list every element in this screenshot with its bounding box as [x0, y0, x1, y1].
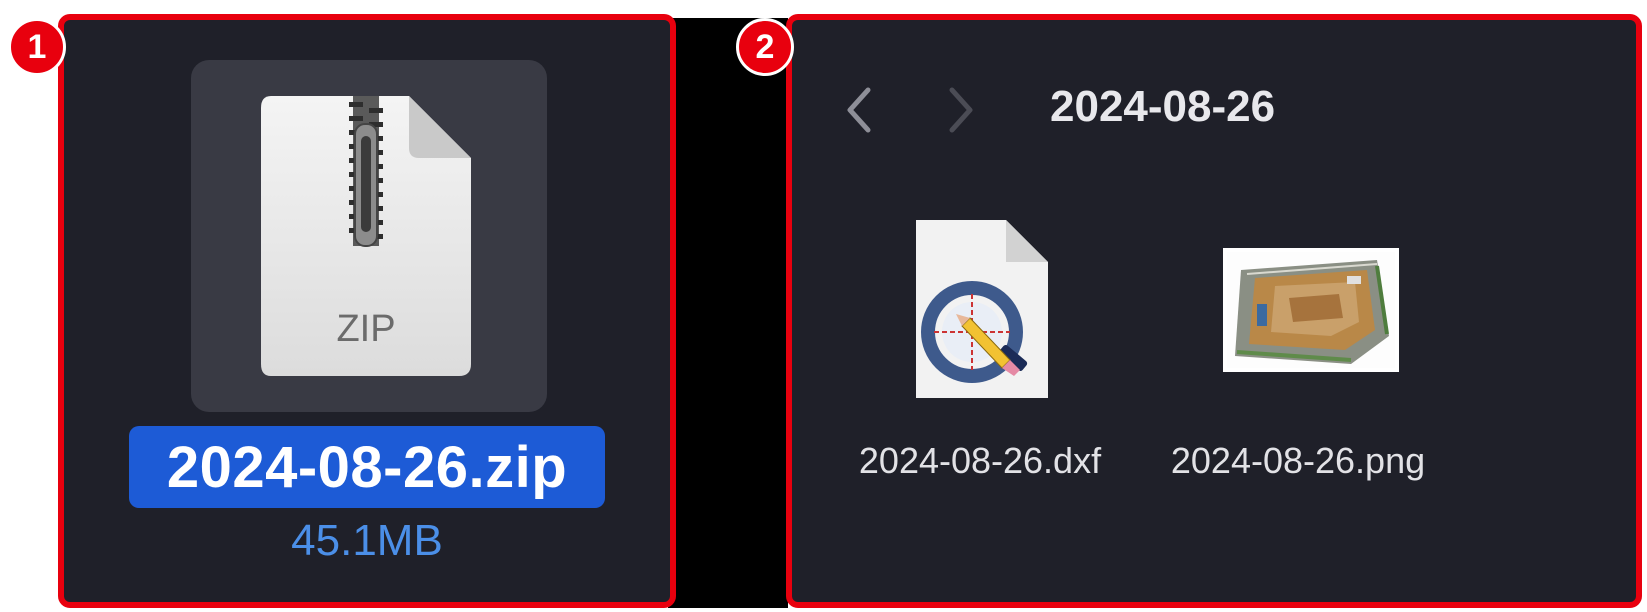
forward-button[interactable]	[939, 80, 983, 140]
extracted-folder-panel: 2024-08-26 2024-08-26.dxf 2024-08-26.png	[786, 14, 1642, 608]
zip-archive-panel: ZIP 2024-08-26.zip 45.1MB	[58, 14, 676, 608]
zip-icon-label: ZIP	[336, 308, 395, 350]
file-label-dxf: 2024-08-26.dxf	[858, 440, 1102, 481]
aerial-image-thumbnail	[1223, 248, 1399, 372]
zip-file-icon: ZIP	[261, 96, 471, 376]
step-marker-2: 2	[736, 18, 794, 76]
back-button[interactable]	[837, 80, 881, 140]
file-label-png: 2024-08-26.png	[1170, 440, 1426, 481]
chevron-right-icon	[949, 87, 973, 133]
zip-file-tile[interactable]: ZIP	[191, 60, 547, 412]
step-marker-1: 1	[8, 18, 66, 76]
folder-title: 2024-08-26	[1050, 82, 1276, 131]
site-photo-icon	[1227, 252, 1395, 368]
zip-filename[interactable]: 2024-08-26.zip	[129, 426, 605, 508]
zip-file-size: 45.1MB	[291, 516, 443, 565]
divider-gap	[668, 18, 788, 608]
chevron-left-icon	[847, 87, 871, 133]
dxf-document-icon	[916, 220, 1048, 398]
